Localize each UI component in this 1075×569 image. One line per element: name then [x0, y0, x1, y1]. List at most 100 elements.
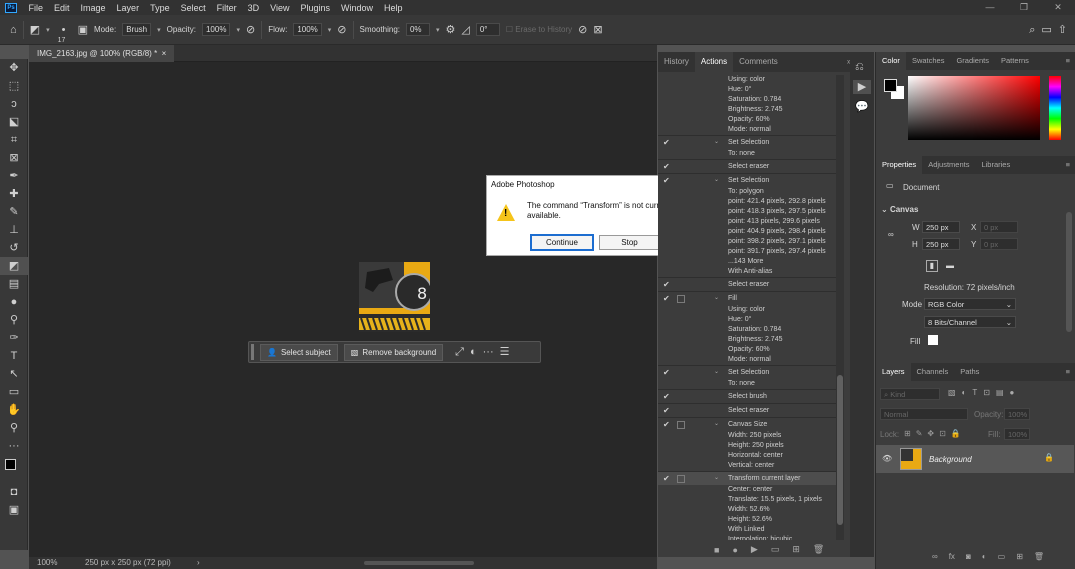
dialog-toggle-icon[interactable] — [677, 295, 685, 303]
eraser-tool-icon[interactable]: ◩ — [0, 257, 28, 275]
erase-to-history-checkbox[interactable]: ☐ Erase to History — [506, 25, 572, 34]
restore-icon[interactable]: ❐ — [1007, 0, 1041, 15]
menu-help[interactable]: Help — [379, 3, 409, 13]
width-field[interactable]: 250 px — [922, 221, 960, 233]
fx-icon[interactable]: fx — [949, 552, 955, 568]
search-icon[interactable]: ⌕ — [1029, 23, 1035, 37]
action-step[interactable]: ✔ ⌄ Set Selection — [658, 173, 838, 187]
menu-window[interactable]: Window — [336, 3, 379, 13]
menu-image[interactable]: Image — [75, 3, 111, 13]
screen-mode-icon[interactable]: ▣ — [0, 501, 28, 519]
angle-field[interactable]: 0° — [475, 23, 500, 36]
tab-adjustments[interactable]: Adjustments — [922, 156, 975, 174]
document-canvas-area[interactable] — [29, 45, 657, 557]
tab-color[interactable]: Color — [876, 52, 906, 70]
gradient-tool-icon[interactable]: ▤ — [0, 275, 28, 293]
chevron-down-icon[interactable]: ▾ — [157, 26, 161, 34]
hand-tool-icon[interactable]: ✋ — [0, 401, 28, 419]
menu-type[interactable]: Type — [145, 3, 176, 13]
adjustment-layer-icon[interactable]: ◐ — [982, 552, 987, 568]
y-field[interactable]: 0 px — [980, 238, 1018, 250]
layer-opacity-field[interactable]: 100% — [1004, 408, 1030, 420]
action-step[interactable]: ✔ ⌄ Set Selection — [658, 135, 838, 149]
tab-comments[interactable]: Comments — [733, 52, 784, 72]
select-subject-button[interactable]: 👤 Select subject — [260, 343, 338, 361]
check-icon[interactable]: ✔ — [663, 278, 670, 291]
tab-gradients[interactable]: Gradients — [950, 52, 995, 70]
chevron-down-icon[interactable]: ⌄ — [714, 472, 719, 485]
canvas-section-header[interactable]: ⌄ Canvas — [881, 205, 918, 214]
panel-menu-icon[interactable]: ≡ — [1060, 52, 1075, 70]
move-tool-icon[interactable]: ✥ — [0, 59, 28, 77]
chevron-down-icon[interactable]: ⌄ — [714, 136, 719, 149]
check-icon[interactable]: ✔ — [663, 160, 670, 173]
home-icon[interactable]: ⌂ — [10, 23, 17, 37]
foreground-color-swatch[interactable] — [5, 459, 16, 470]
remove-background-button[interactable]: ▧ Remove background — [343, 343, 444, 361]
check-icon[interactable]: ✔ — [663, 404, 670, 417]
history-brush-tool-icon[interactable]: ↺ — [0, 239, 28, 257]
marquee-tool-icon[interactable]: ⬚ — [0, 77, 28, 95]
mask-icon[interactable]: ◙ — [966, 552, 971, 568]
lock-icons[interactable]: ⊞✎✥⊡🔒 — [904, 429, 966, 438]
layer-name[interactable]: Background — [929, 455, 972, 464]
panel-menu-icon[interactable]: ≡ — [1060, 363, 1075, 381]
layer-row-background[interactable]: 👁 Background 🔒 — [876, 445, 1074, 473]
flow-field[interactable]: 100% — [293, 23, 322, 36]
check-icon[interactable]: ✔ — [663, 366, 670, 379]
properties-scrollbar[interactable] — [1066, 212, 1072, 332]
stop-recording-icon[interactable]: ■ — [714, 545, 719, 555]
chevron-down-icon[interactable]: ▾ — [436, 26, 440, 34]
action-step[interactable]: ✔ Select brush — [658, 389, 838, 403]
tab-libraries[interactable]: Libraries — [975, 156, 1016, 174]
lasso-tool-icon[interactable]: ↄ — [0, 95, 28, 113]
check-icon[interactable]: ✔ — [663, 390, 670, 403]
trash-icon[interactable]: 🗑 — [1034, 552, 1044, 568]
airbrush-icon[interactable]: ⊘ — [337, 23, 346, 37]
eye-icon[interactable]: 👁 — [882, 454, 892, 463]
color-mode-select[interactable]: RGB Color ⌄ — [924, 298, 1016, 310]
transform-icon[interactable]: ⤢ — [455, 345, 464, 359]
dialog-toggle-icon[interactable] — [677, 475, 685, 483]
tab-actions[interactable]: Actions — [694, 52, 734, 72]
tab-swatches[interactable]: Swatches — [906, 52, 951, 70]
settings-sliders-icon[interactable]: ☰ — [500, 345, 510, 359]
close-tab-icon[interactable]: × — [162, 49, 167, 58]
actions-scrollbar[interactable] — [836, 75, 844, 540]
menu-edit[interactable]: Edit — [49, 3, 76, 13]
group-icon[interactable]: ▭ — [998, 552, 1006, 568]
chevron-down-icon[interactable]: ▾ — [236, 26, 240, 34]
chevron-down-icon[interactable]: ⌄ — [714, 174, 719, 187]
eyedropper-tool-icon[interactable]: ✒ — [0, 167, 28, 185]
stop-button[interactable]: Stop — [599, 235, 660, 250]
tab-history[interactable]: History — [658, 52, 695, 72]
continue-button[interactable]: Continue — [530, 234, 594, 251]
type-tool-icon[interactable]: T — [0, 347, 28, 365]
chevron-down-icon[interactable]: ⌄ — [714, 292, 719, 305]
portrait-orientation-icon[interactable]: ▮ — [926, 260, 938, 272]
frame-tool-icon[interactable]: ⊠ — [0, 149, 28, 167]
zoom-level[interactable]: 100% — [37, 557, 57, 569]
action-step[interactable]: ✔ ⌄ Canvas Size — [658, 417, 838, 431]
gear-icon[interactable]: ⚙ — [446, 23, 456, 37]
record-icon[interactable]: ● — [732, 545, 737, 555]
action-step[interactable]: ✔ Select eraser — [658, 277, 838, 291]
menu-plugins[interactable]: Plugins — [295, 3, 336, 13]
play-icon[interactable]: ▶ — [751, 544, 758, 555]
brush-settings-icon[interactable]: ▣ — [78, 23, 88, 37]
x-field[interactable]: 0 px — [980, 221, 1018, 233]
check-icon[interactable]: ✔ — [663, 136, 670, 149]
menu-3d[interactable]: 3D — [242, 3, 265, 13]
lock-icon[interactable]: 🔒 — [1044, 453, 1054, 462]
scroll-thumb[interactable] — [837, 375, 843, 525]
actions-panel-icon[interactable]: ▶ — [853, 80, 871, 94]
drag-handle[interactable] — [251, 344, 254, 360]
clone-stamp-tool-icon[interactable]: ⊥ — [0, 221, 28, 239]
action-step[interactable]: ✔ Select eraser — [658, 159, 838, 173]
workspace-icon[interactable]: ▭ — [1041, 23, 1051, 37]
brush-size-picker[interactable]: • 17 — [56, 23, 72, 44]
share-icon[interactable]: ⇧ — [1058, 23, 1067, 37]
action-step[interactable]: ✔ ⌄ Set Selection — [658, 365, 838, 379]
close-icon[interactable]: ✕ — [1041, 0, 1075, 15]
horizontal-scrollbar[interactable] — [364, 561, 474, 565]
